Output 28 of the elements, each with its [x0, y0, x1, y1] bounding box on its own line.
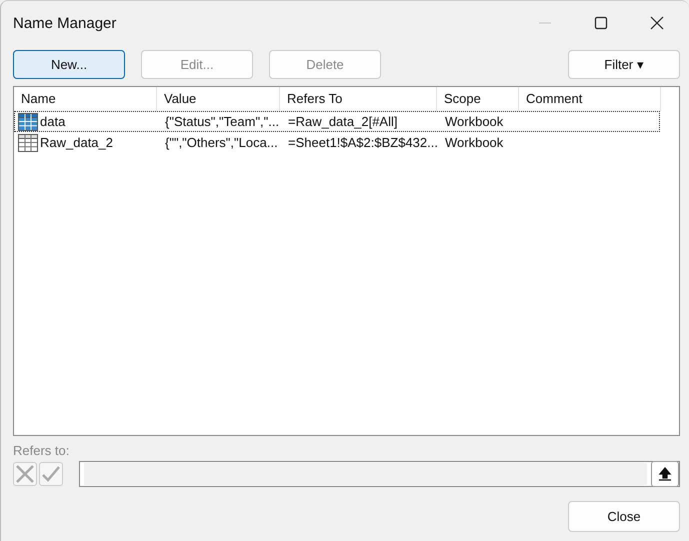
table-icon — [18, 134, 38, 152]
table-cell-text: Raw_data_2 — [39, 135, 114, 150]
table-cell-text: Workbook — [444, 114, 504, 129]
table-cell-text: {"Status","Team","... — [164, 114, 280, 129]
collapse-dialog-icon[interactable] — [651, 461, 679, 487]
column-header[interactable]: Refers To — [280, 87, 437, 111]
close-icon[interactable] — [650, 16, 664, 30]
column-header[interactable]: Value — [157, 87, 280, 111]
name-row[interactable]: data {"Status","Team","... =Raw_data_2[#All] Workbook — [14, 111, 660, 132]
column-header[interactable]: Name — [14, 87, 157, 111]
close-button[interactable]: Close — [568, 501, 680, 532]
table-cell-text: Workbook — [444, 135, 504, 150]
table-cell-text: =Raw_data_2[#All] — [287, 114, 398, 129]
column-header[interactable]: Scope — [437, 87, 519, 111]
column-header[interactable]: Comment — [519, 87, 661, 111]
confirm-icon[interactable] — [39, 462, 63, 486]
refers-to-field[interactable] — [79, 461, 680, 487]
cancel-icon[interactable] — [13, 462, 37, 486]
maximize-icon[interactable] — [594, 16, 608, 30]
table-cell-text: data — [39, 114, 66, 129]
refers-to-label: Refers to: — [13, 443, 70, 458]
table-cell-text: {"","Others","Loca... — [164, 135, 279, 150]
dialog-button[interactable]: New... — [13, 50, 125, 79]
table-icon — [18, 112, 38, 130]
filter-button[interactable]: Filter ▾ — [568, 50, 680, 79]
window-title: Name Manager — [13, 14, 118, 32]
name-row[interactable]: Raw_data_2 {"","Others","Loca... =Sheet1!$A$2:$BZ$432... Workbook — [14, 132, 660, 153]
table-cell-text: =Sheet1!$A$2:$BZ$432... — [287, 135, 438, 150]
